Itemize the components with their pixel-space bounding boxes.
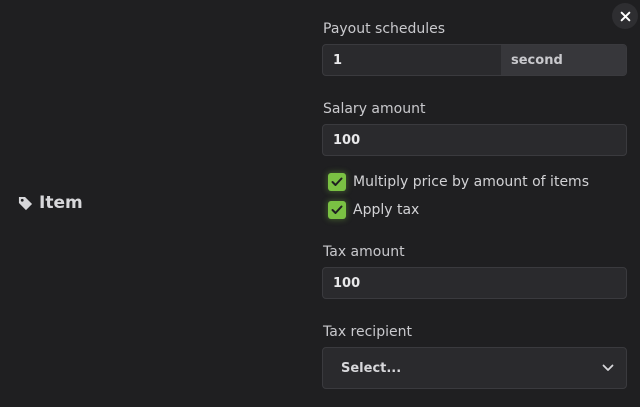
salary-amount-input[interactable]: 100 xyxy=(322,124,627,156)
apply-tax-checkbox[interactable] xyxy=(328,201,346,219)
item-settings-panel: Item Payout schedules 1 second Salary am… xyxy=(0,0,640,407)
apply-tax-checkbox-row[interactable]: Apply tax xyxy=(328,201,419,219)
tax-amount-label: Tax amount xyxy=(323,244,405,260)
tag-icon xyxy=(18,196,33,211)
salary-amount-label: Salary amount xyxy=(323,101,426,117)
tax-recipient-select[interactable]: Select... xyxy=(322,347,627,389)
payout-schedule-input-group: 1 second xyxy=(322,44,627,76)
tax-recipient-label: Tax recipient xyxy=(323,324,412,340)
payout-unit-select[interactable]: second xyxy=(501,45,626,75)
multiply-price-checkbox[interactable] xyxy=(328,173,346,191)
chevron-down-icon xyxy=(602,361,614,376)
payout-schedules-label: Payout schedules xyxy=(323,21,446,37)
payout-schedule-input[interactable]: 1 xyxy=(323,45,501,75)
close-icon xyxy=(620,7,631,26)
tax-recipient-placeholder: Select... xyxy=(341,360,402,376)
item-heading: Item xyxy=(18,193,83,213)
apply-tax-label: Apply tax xyxy=(353,202,420,218)
item-heading-label: Item xyxy=(39,193,83,213)
multiply-price-checkbox-row[interactable]: Multiply price by amount of items xyxy=(328,173,589,191)
close-button[interactable] xyxy=(612,3,638,29)
multiply-price-label: Multiply price by amount of items xyxy=(353,174,589,190)
tax-amount-input[interactable]: 100 xyxy=(322,267,627,299)
